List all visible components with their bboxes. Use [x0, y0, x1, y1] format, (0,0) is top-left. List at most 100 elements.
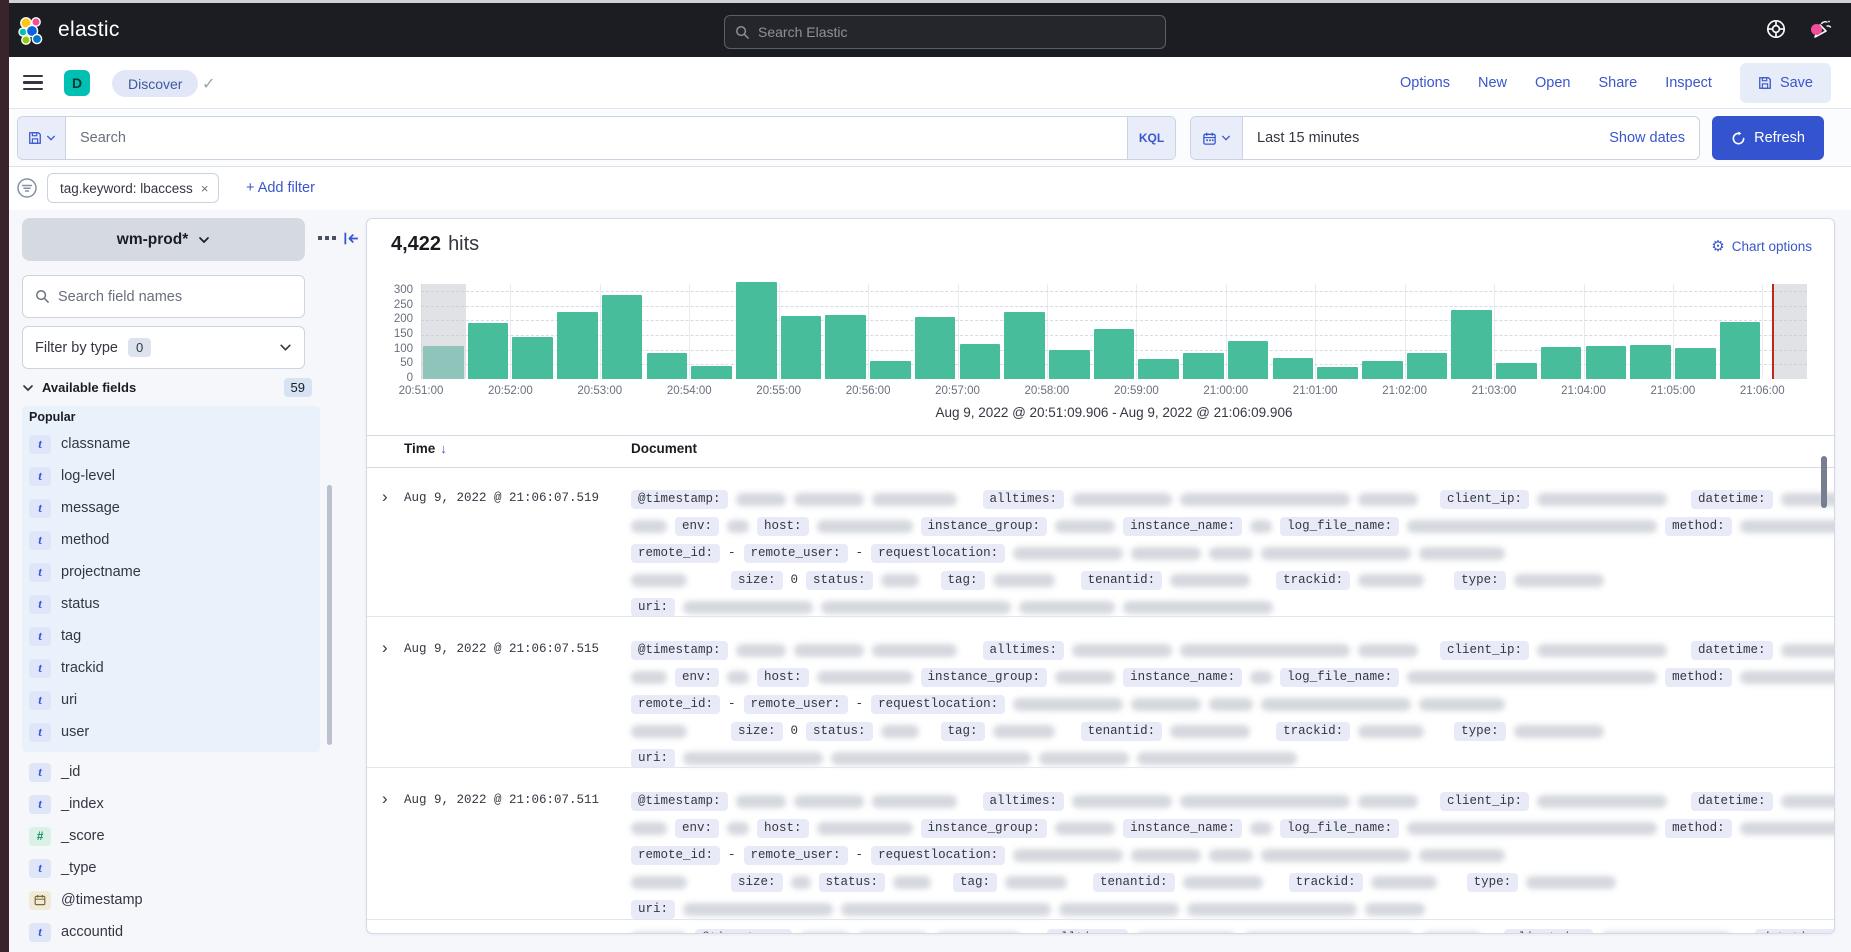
- field-label-pill[interactable]: @timestamp:: [631, 792, 728, 811]
- field-label-pill[interactable]: host:: [757, 819, 809, 838]
- histogram-plot[interactable]: [421, 284, 1807, 379]
- field-label-pill[interactable]: tag:: [953, 873, 997, 892]
- field-label-pill[interactable]: instance_group:: [921, 819, 1048, 838]
- histogram-bar[interactable]: [1049, 350, 1090, 379]
- add-filter-button[interactable]: + Add filter: [246, 180, 315, 196]
- index-pattern-selector[interactable]: wm-prod*: [22, 218, 305, 261]
- field-label-pill[interactable]: type:: [1454, 722, 1506, 741]
- field-item-accountid[interactable]: taccountid: [29, 920, 123, 944]
- field-label-pill[interactable]: log_file_name:: [1280, 819, 1399, 838]
- sidebar-scrollbar[interactable]: [327, 485, 332, 745]
- field-label-pill[interactable]: instance_name:: [1123, 819, 1242, 838]
- results-scrollbar[interactable]: [1821, 456, 1827, 508]
- field-label-pill[interactable]: tenantid:: [1081, 571, 1163, 590]
- field-label-pill[interactable]: trackid:: [1276, 571, 1350, 590]
- field-label-pill[interactable]: size:: [731, 722, 783, 741]
- histogram-bar[interactable]: [1183, 353, 1224, 379]
- field-label-pill[interactable]: remote_id:: [631, 846, 720, 865]
- field-label-pill[interactable]: remote_user:: [744, 846, 848, 865]
- field-item-message[interactable]: tmessage: [29, 496, 120, 520]
- field-label-pill[interactable]: alltimes:: [983, 792, 1065, 811]
- field-label-pill[interactable]: alltimes:: [1047, 929, 1129, 935]
- kql-query-input[interactable]: [66, 117, 1127, 159]
- histogram-bar[interactable]: [1094, 329, 1135, 379]
- collapse-sidebar-icon[interactable]: [343, 230, 360, 247]
- histogram-bar[interactable]: [915, 317, 956, 379]
- histogram-bar[interactable]: [557, 312, 598, 379]
- saved-query-menu-button[interactable]: [18, 117, 66, 159]
- field-item-index[interactable]: t_index: [29, 792, 104, 816]
- column-header-time[interactable]: Time ↓: [404, 441, 447, 456]
- field-item-uri[interactable]: turi: [29, 688, 77, 712]
- expand-row-icon[interactable]: ›: [382, 792, 398, 806]
- field-label-pill[interactable]: instance_name:: [1123, 517, 1242, 536]
- field-label-pill[interactable]: alltimes:: [983, 641, 1065, 660]
- save-button[interactable]: Save: [1740, 63, 1831, 103]
- field-item-type[interactable]: t_type: [29, 856, 96, 880]
- field-label-pill[interactable]: instance_group:: [921, 517, 1048, 536]
- field-label-pill[interactable]: status:: [819, 873, 886, 892]
- field-label-pill[interactable]: method:: [1665, 819, 1732, 838]
- field-label-pill[interactable]: remote_id:: [631, 695, 720, 714]
- field-label-pill[interactable]: requestlocation:: [871, 695, 1005, 714]
- field-label-pill[interactable]: status:: [806, 722, 873, 741]
- remove-filter-icon[interactable]: ×: [201, 181, 209, 196]
- field-label-pill[interactable]: trackid:: [1276, 722, 1350, 741]
- field-label-pill[interactable]: log_file_name:: [1280, 517, 1399, 536]
- news-party-horn-icon[interactable]: [1811, 17, 1835, 41]
- field-label-pill[interactable]: env:: [675, 819, 719, 838]
- histogram-bar[interactable]: [1317, 367, 1358, 379]
- field-label-pill[interactable]: tag:: [941, 722, 985, 741]
- refresh-button[interactable]: Refresh: [1712, 116, 1824, 160]
- breadcrumb[interactable]: Discover: [112, 70, 198, 97]
- filter-pill[interactable]: tag.keyword: lbaccess ×: [47, 173, 219, 203]
- field-label-pill[interactable]: client_ip:: [1504, 929, 1593, 935]
- toolbar-link-options[interactable]: Options: [1400, 75, 1450, 91]
- sort-descending-icon[interactable]: ↓: [440, 441, 447, 456]
- histogram-bar[interactable]: [1586, 346, 1627, 379]
- field-label-pill[interactable]: uri:: [631, 598, 675, 617]
- field-item-user[interactable]: tuser: [29, 720, 89, 744]
- field-label-pill[interactable]: @timestamp:: [695, 929, 792, 935]
- field-label-pill[interactable]: method:: [1665, 668, 1732, 687]
- field-label-pill[interactable]: remote_user:: [744, 695, 848, 714]
- histogram-bar[interactable]: [1451, 310, 1492, 379]
- help-life-ring-icon[interactable]: [1765, 18, 1787, 40]
- available-fields-header[interactable]: Available fields 59: [22, 378, 312, 397]
- global-search[interactable]: [724, 15, 1166, 49]
- menu-hamburger-icon[interactable]: [23, 75, 43, 91]
- histogram-bar[interactable]: [1228, 341, 1269, 379]
- field-label-pill[interactable]: datetime:: [1691, 490, 1773, 509]
- field-label-pill[interactable]: remote_id:: [631, 544, 720, 563]
- field-item-status[interactable]: tstatus: [29, 592, 100, 616]
- field-item-projectname[interactable]: tprojectname: [29, 560, 141, 584]
- chart-options-button[interactable]: ⚙ Chart options: [1711, 237, 1812, 255]
- histogram-bar[interactable]: [1496, 363, 1537, 379]
- histogram-bar[interactable]: [736, 282, 777, 379]
- field-label-pill[interactable]: client_ip:: [1440, 792, 1529, 811]
- field-label-pill[interactable]: host:: [757, 517, 809, 536]
- histogram-bar[interactable]: [602, 295, 643, 380]
- field-options-icon[interactable]: [318, 236, 336, 240]
- field-label-pill[interactable]: datetime:: [1691, 792, 1773, 811]
- field-label-pill[interactable]: method:: [1665, 517, 1732, 536]
- histogram-bar[interactable]: [1675, 348, 1716, 379]
- histogram-bar[interactable]: [691, 366, 732, 379]
- calendar-menu-button[interactable]: [1191, 117, 1243, 159]
- histogram-bar[interactable]: [1273, 358, 1314, 379]
- elastic-logo-icon[interactable]: [16, 15, 48, 47]
- field-label-pill[interactable]: type:: [1467, 873, 1519, 892]
- histogram-bar[interactable]: [647, 353, 688, 379]
- toolbar-link-open[interactable]: Open: [1535, 75, 1570, 91]
- time-range-value[interactable]: Last 15 minutes: [1243, 130, 1609, 146]
- filter-by-type-button[interactable]: Filter by type 0: [22, 326, 305, 369]
- histogram-bar[interactable]: [1720, 322, 1761, 379]
- field-label-pill[interactable]: tag:: [941, 571, 985, 590]
- field-item-log-level[interactable]: tlog-level: [29, 464, 115, 488]
- histogram-bar[interactable]: [825, 315, 866, 379]
- field-label-pill[interactable]: env:: [675, 668, 719, 687]
- field-label-pill[interactable]: trackid:: [1289, 873, 1363, 892]
- field-label-pill[interactable]: requestlocation:: [871, 544, 1005, 563]
- field-label-pill[interactable]: requestlocation:: [871, 846, 1005, 865]
- field-label-pill[interactable]: client_ip:: [1440, 641, 1529, 660]
